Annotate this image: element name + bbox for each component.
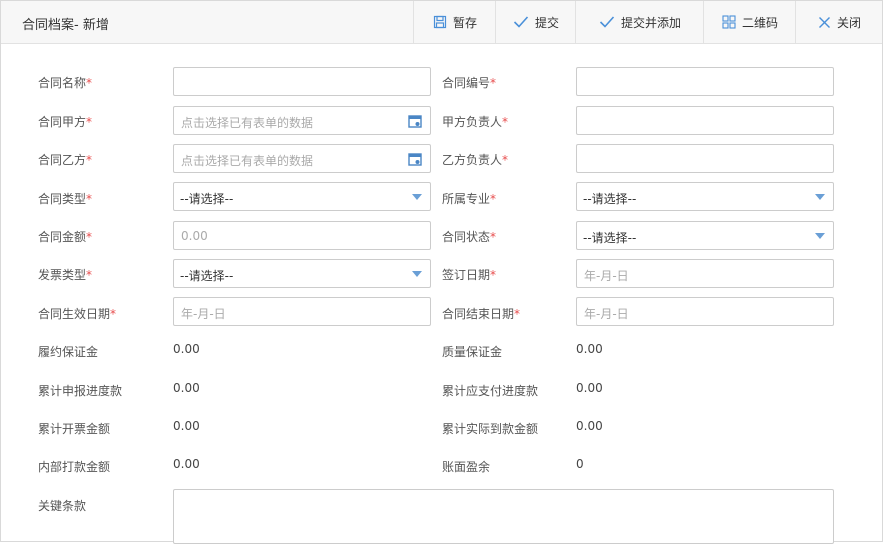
check-icon bbox=[599, 15, 615, 29]
internal-payment-label: 内部打款金额 bbox=[38, 460, 111, 474]
contract-name-label: 合同名称* bbox=[38, 76, 93, 90]
payable-progress-value: 0.00 bbox=[576, 381, 603, 395]
close-label: 关闭 bbox=[836, 15, 861, 30]
calendar-icon[interactable] bbox=[408, 152, 422, 169]
qrcode-button[interactable]: 二维码 bbox=[703, 1, 796, 43]
invoiced-amount-label: 累计开票金额 bbox=[38, 422, 111, 436]
qrcode-icon bbox=[722, 15, 736, 29]
page-title: 合同档案- 新增 bbox=[22, 18, 109, 33]
party-a-contact-input[interactable] bbox=[576, 106, 834, 135]
book-surplus-value: 0 bbox=[576, 457, 584, 471]
internal-payment-value: 0.00 bbox=[173, 457, 200, 471]
party-b-contact-label: 乙方负责人* bbox=[442, 153, 509, 167]
contract-type-label: 合同类型* bbox=[38, 192, 93, 206]
invoice-type-label: 发票类型* bbox=[38, 268, 93, 282]
effective-date-label: 合同生效日期* bbox=[38, 307, 117, 321]
party-a-label: 合同甲方* bbox=[38, 115, 93, 129]
close-icon bbox=[818, 16, 831, 29]
received-amount-value: 0.00 bbox=[576, 419, 603, 433]
submit-and-add-button[interactable]: 提交并添加 bbox=[575, 1, 704, 43]
submit-and-add-label: 提交并添加 bbox=[620, 15, 681, 30]
declared-progress-value: 0.00 bbox=[173, 381, 200, 395]
end-date-input[interactable]: 年-月-日 bbox=[576, 297, 834, 326]
book-surplus-label: 账面盈余 bbox=[442, 460, 491, 474]
key-terms-label: 关键条款 bbox=[38, 499, 87, 513]
calendar-icon[interactable] bbox=[408, 114, 422, 131]
submit-button[interactable]: 提交 bbox=[495, 1, 576, 43]
performance-bond-value: 0.00 bbox=[173, 342, 200, 356]
chevron-down-icon bbox=[412, 271, 422, 277]
party-a-picker[interactable]: 点击选择已有表单的数据 bbox=[173, 106, 431, 135]
contract-name-input[interactable] bbox=[173, 67, 431, 96]
qrcode-label: 二维码 bbox=[741, 15, 778, 30]
effective-date-input[interactable]: 年-月-日 bbox=[173, 297, 431, 326]
dialog-header: 合同档案- 新增 暂存 提交 提交并添加 二维码 关闭 bbox=[1, 1, 882, 44]
party-a-contact-label: 甲方负责人* bbox=[442, 115, 509, 129]
quality-bond-value: 0.00 bbox=[576, 342, 603, 356]
save-icon bbox=[433, 15, 447, 29]
party-b-label: 合同乙方* bbox=[38, 153, 93, 167]
major-label: 所属专业* bbox=[442, 192, 497, 206]
chevron-down-icon bbox=[412, 194, 422, 200]
invoiced-amount-value: 0.00 bbox=[173, 419, 200, 433]
check-icon bbox=[513, 15, 529, 29]
party-b-picker[interactable]: 点击选择已有表单的数据 bbox=[173, 144, 431, 173]
save-draft-button[interactable]: 暂存 bbox=[413, 1, 496, 43]
declared-progress-label: 累计申报进度款 bbox=[38, 384, 123, 398]
chevron-down-icon bbox=[815, 233, 825, 239]
contract-amount-input[interactable]: 0.00 bbox=[173, 221, 431, 250]
contract-status-label: 合同状态* bbox=[442, 230, 497, 244]
contract-no-input[interactable] bbox=[576, 67, 834, 96]
contract-type-select[interactable]: --请选择-- bbox=[173, 182, 431, 211]
contract-amount-label: 合同金额* bbox=[38, 230, 93, 244]
contract-status-select[interactable]: --请选择-- bbox=[576, 221, 834, 250]
dialog-window: 合同档案- 新增 暂存 提交 提交并添加 二维码 关闭 合同名称* 合同编号* … bbox=[0, 0, 883, 544]
submit-label: 提交 bbox=[534, 15, 559, 30]
invoice-type-select[interactable]: --请选择-- bbox=[173, 259, 431, 288]
key-terms-textarea[interactable] bbox=[173, 489, 834, 544]
payable-progress-label: 累计应支付进度款 bbox=[442, 384, 539, 398]
party-b-contact-input[interactable] bbox=[576, 144, 834, 173]
contract-no-label: 合同编号* bbox=[442, 76, 497, 90]
end-date-label: 合同结束日期* bbox=[442, 307, 521, 321]
sign-date-label: 签订日期* bbox=[442, 268, 497, 282]
received-amount-label: 累计实际到款金额 bbox=[442, 422, 539, 436]
save-draft-label: 暂存 bbox=[452, 15, 477, 30]
quality-bond-label: 质量保证金 bbox=[442, 345, 503, 359]
performance-bond-label: 履约保证金 bbox=[38, 345, 99, 359]
sign-date-input[interactable]: 年-月-日 bbox=[576, 259, 834, 288]
chevron-down-icon bbox=[815, 194, 825, 200]
close-button[interactable]: 关闭 bbox=[795, 1, 883, 43]
major-select[interactable]: --请选择-- bbox=[576, 182, 834, 211]
